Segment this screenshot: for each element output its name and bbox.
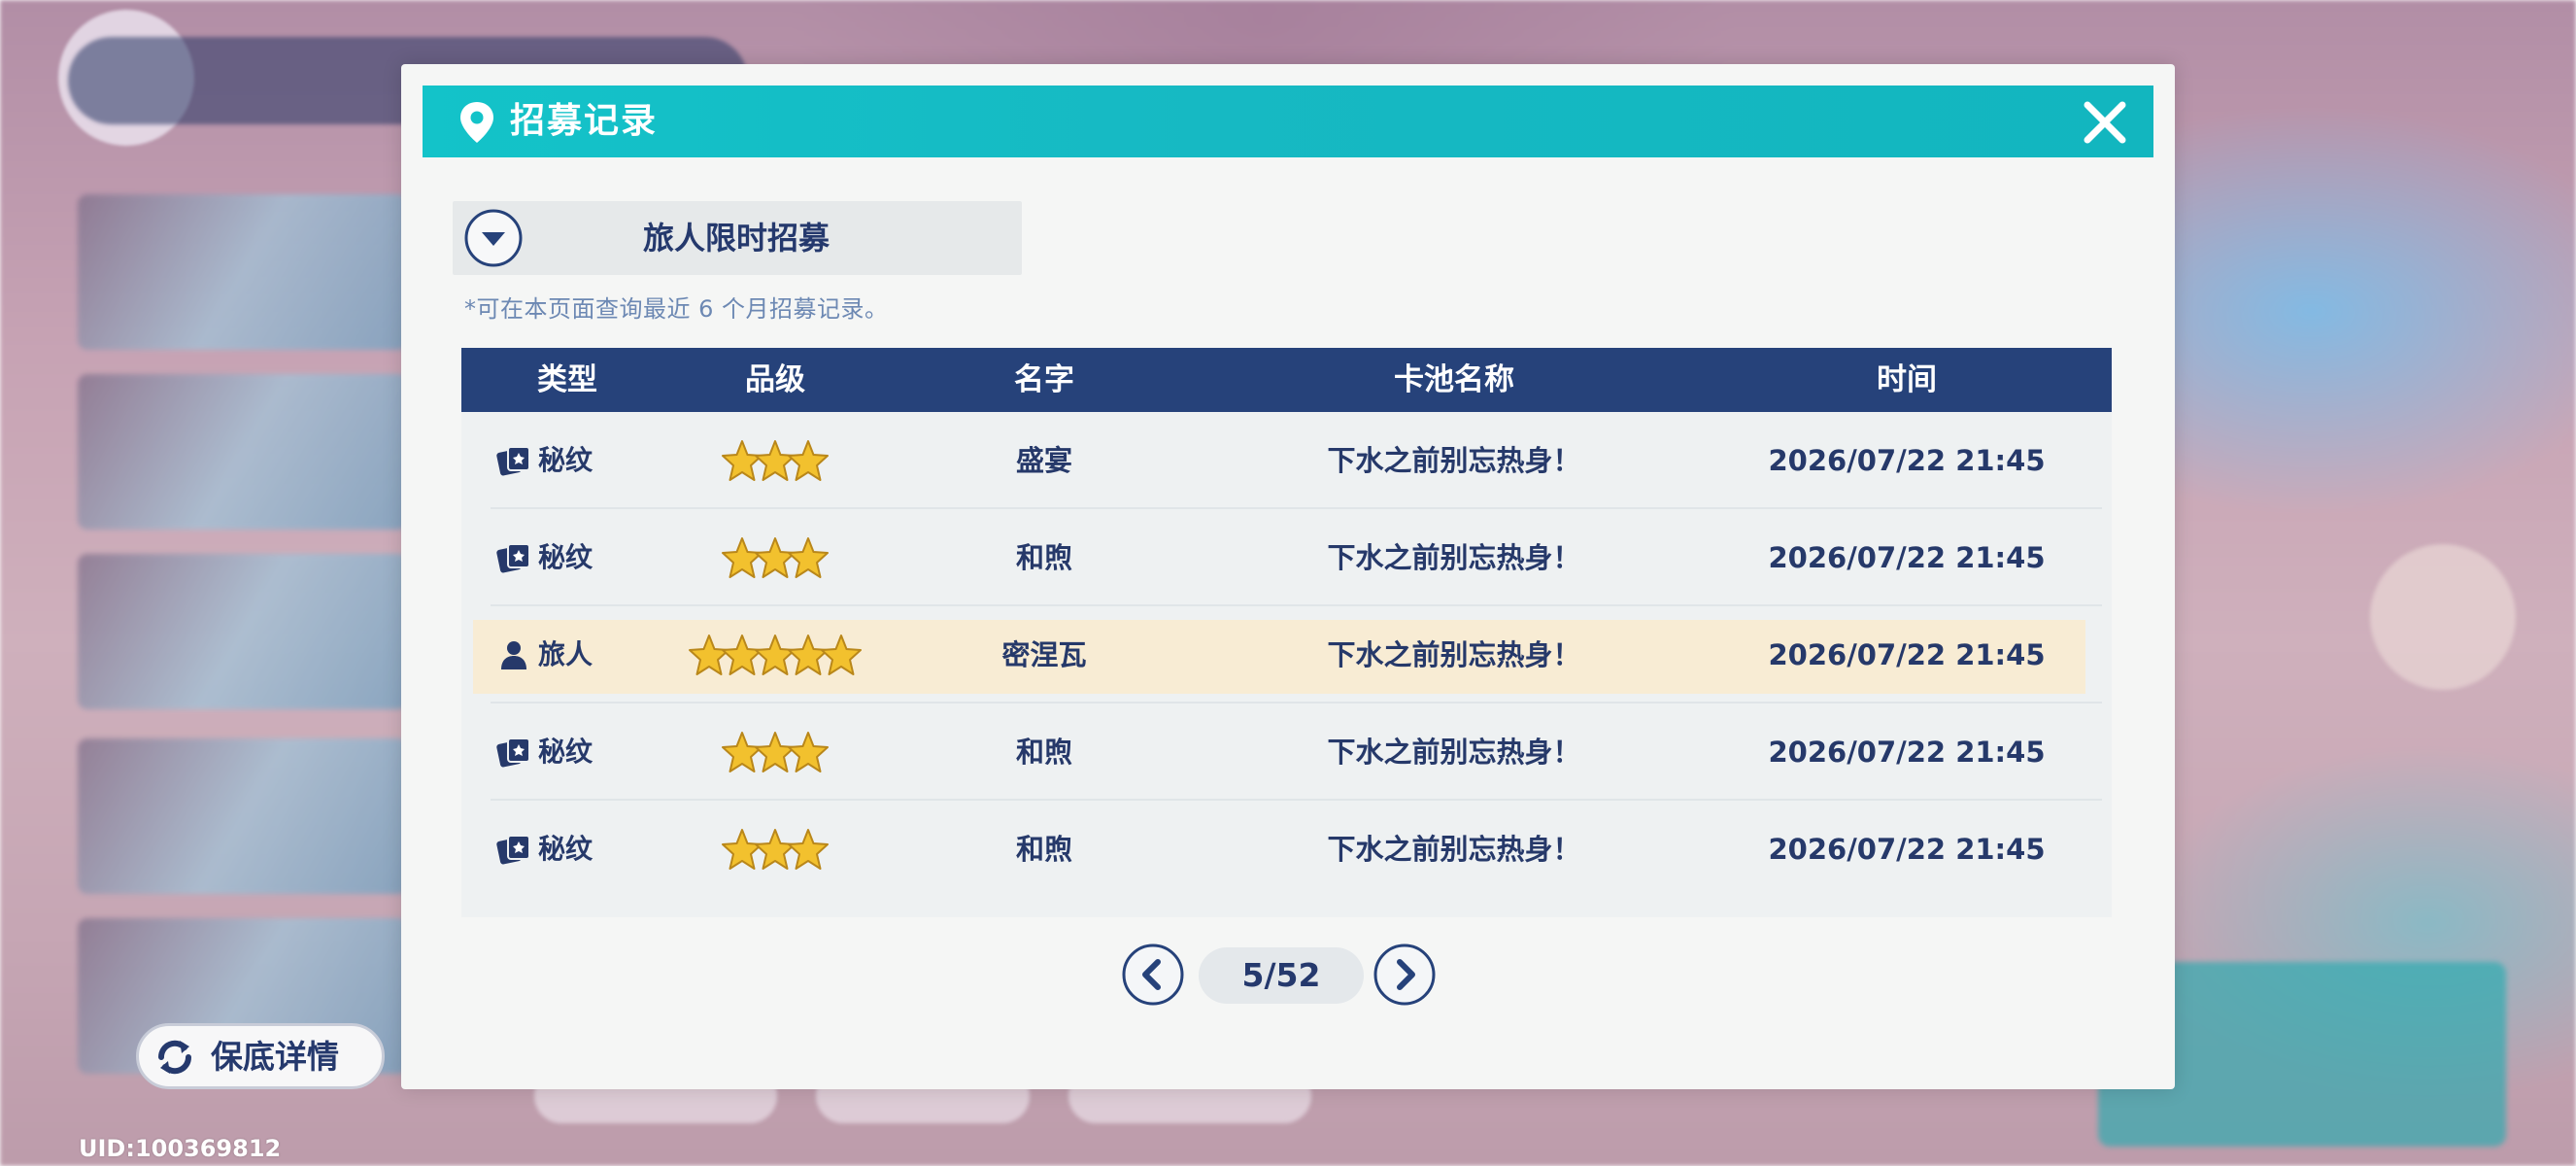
row-time: 2026/07/22 21:45 [1768, 833, 2046, 866]
row-time: 2026/07/22 21:45 [1768, 638, 2046, 671]
row-name: 密涅瓦 [1001, 638, 1087, 671]
row-type: 旅人 [495, 635, 593, 674]
table-row: 秘纹 和煦 下水之前别忘热身！ 2026/07/22 21:45 [461, 509, 2112, 606]
row-type: 秘纹 [495, 441, 593, 480]
rarity-stars [721, 439, 830, 486]
row-type-label: 秘纹 [538, 736, 593, 768]
rarity-stars [721, 536, 830, 583]
banner-card-blurred [78, 194, 408, 350]
pity-details-label: 保底详情 [211, 1038, 339, 1076]
row-type-label: 秘纹 [538, 541, 593, 573]
row-pool: 下水之前别忘热身！ [1327, 541, 1581, 574]
star-icon [821, 634, 862, 675]
chevron-right-icon[interactable] [1373, 943, 1437, 1007]
row-type: 秘纹 [495, 538, 593, 577]
row-type: 秘纹 [495, 830, 593, 869]
avatar-blurred [2370, 544, 2516, 690]
row-time: 2026/07/22 21:45 [1768, 541, 2046, 574]
row-type-label: 旅人 [538, 638, 593, 670]
pool-dropdown[interactable]: 旅人限时招募 [453, 201, 1022, 275]
row-pool: 下水之前别忘热身！ [1327, 638, 1581, 671]
card-icon [496, 446, 530, 476]
row-pool: 下水之前别忘热身！ [1327, 833, 1581, 866]
star-icon [788, 537, 829, 578]
table-header: 类型 品级 名字 卡池名称 时间 [461, 348, 2112, 412]
column-header-rarity: 品级 [745, 362, 805, 397]
table-row-highlighted: 旅人 密涅瓦 下水之前别忘热身！ 2026/07/22 21:45 [461, 606, 2112, 703]
row-name: 和煦 [1015, 833, 1073, 866]
card-icon [496, 543, 530, 573]
row-time: 2026/07/22 21:45 [1768, 736, 2046, 769]
card-icon [496, 737, 530, 768]
column-header-type: 类型 [537, 362, 597, 397]
star-icon [788, 732, 829, 772]
table-row: 秘纹 和煦 下水之前别忘热身！ 2026/07/22 21:45 [461, 703, 2112, 801]
pool-dropdown-value: 旅人限时招募 [643, 220, 830, 257]
rarity-stars [721, 828, 830, 874]
row-name: 盛宴 [1015, 444, 1073, 477]
column-header-time: 时间 [1877, 362, 1937, 397]
banner-card-blurred [78, 554, 408, 709]
star-icon [788, 829, 829, 870]
location-pin-icon [460, 102, 493, 143]
record-table: 秘纹 盛宴 下水之前别忘热身！ 2026/07/22 21:45 秘纹 和煦 下… [461, 412, 2112, 917]
chevron-left-icon[interactable] [1121, 943, 1185, 1007]
star-icon [788, 440, 829, 481]
row-time: 2026/07/22 21:45 [1768, 444, 2046, 477]
pity-details-button[interactable]: 保底详情 [136, 1023, 385, 1089]
refresh-icon [157, 1040, 192, 1075]
row-pool: 下水之前别忘热身！ [1327, 736, 1581, 769]
rarity-stars [721, 731, 830, 777]
close-icon[interactable] [2078, 95, 2132, 150]
column-header-pool: 卡池名称 [1394, 362, 1514, 397]
user-id: UID:100369812 [79, 1135, 282, 1162]
banner-card-blurred [78, 374, 408, 530]
row-type-label: 秘纹 [538, 444, 593, 476]
row-pool: 下水之前别忘热身！ [1327, 444, 1581, 477]
dialog-header: 招募记录 [423, 86, 2153, 157]
record-notice: *可在本页面查询最近 6 个月招募记录。 [464, 295, 889, 323]
dialog-title: 招募记录 [510, 101, 659, 141]
table-row: 秘纹 和煦 下水之前别忘热身！ 2026/07/22 21:45 [461, 801, 2112, 898]
rarity-stars [688, 634, 863, 680]
person-icon [501, 641, 526, 669]
row-type-label: 秘纹 [538, 833, 593, 865]
row-type: 秘纹 [495, 733, 593, 772]
card-icon [496, 835, 530, 865]
table-row: 秘纹 盛宴 下水之前别忘热身！ 2026/07/22 21:45 [461, 412, 2112, 509]
banner-card-blurred [78, 738, 408, 894]
column-header-name: 名字 [1014, 362, 1074, 397]
chevron-down-icon[interactable] [463, 208, 524, 268]
row-name: 和煦 [1015, 541, 1073, 574]
page-indicator: 5/52 [1199, 947, 1364, 1004]
row-name: 和煦 [1015, 736, 1073, 769]
